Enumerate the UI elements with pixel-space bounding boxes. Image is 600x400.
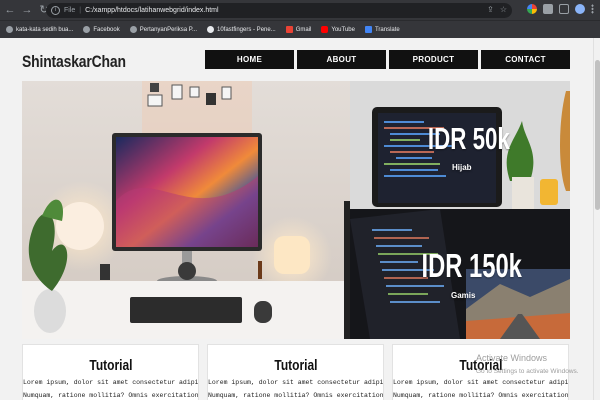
menu-contact[interactable]: CONTACT bbox=[481, 50, 570, 69]
card-title: Tutorial bbox=[88, 357, 133, 374]
bookmark-label: Gmail bbox=[295, 26, 312, 33]
gmail-icon bbox=[285, 26, 293, 33]
page-scrollbar[interactable] bbox=[593, 38, 600, 400]
card-text-line: Numquam, ratione mollitia? Omnis exercit… bbox=[208, 392, 384, 399]
promo-gamis-image[interactable]: IDR 150k Gamis bbox=[350, 209, 570, 339]
menu-product[interactable]: PRODUCT bbox=[389, 50, 478, 69]
youtube-icon bbox=[321, 26, 329, 33]
bookmark-item[interactable]: Facebook bbox=[83, 26, 120, 33]
back-icon[interactable]: ← bbox=[3, 3, 17, 17]
bookmark-item[interactable]: YouTube bbox=[321, 26, 355, 33]
hero-desk-image bbox=[22, 81, 350, 339]
menu-about[interactable]: ABOUT bbox=[297, 50, 386, 69]
promo-label: Gamis bbox=[451, 291, 476, 300]
info-icon[interactable]: i bbox=[51, 6, 60, 15]
card-text-line: Numquam, ratione mollitia? Omnis exercit… bbox=[393, 392, 569, 399]
promo-label: Hijab bbox=[452, 163, 472, 172]
scrollbar-thumb[interactable] bbox=[595, 60, 600, 210]
web-page: ShintaskarChan HOME ABOUT PRODUCT CONTAC… bbox=[0, 38, 593, 400]
bookmark-item[interactable]: kata-kata sedih bua... bbox=[6, 26, 73, 33]
browser-toolbar: ← → ↻ i File | C:/xampp/htdocs/latihanwe… bbox=[0, 0, 600, 20]
sidebar-icon[interactable] bbox=[559, 4, 569, 14]
globe-icon bbox=[83, 26, 91, 33]
promo-hijab-image[interactable]: IDR 50k Hijab bbox=[350, 81, 570, 209]
site-brand[interactable]: ShintaskarChan bbox=[22, 52, 126, 72]
globe-icon bbox=[6, 26, 13, 33]
url-separator-icon: | bbox=[79, 7, 82, 14]
bookmark-label: Facebook bbox=[93, 26, 120, 33]
bookmark-label: YouTube bbox=[331, 26, 355, 33]
main-menu: HOME ABOUT PRODUCT CONTACT bbox=[205, 50, 570, 69]
promo-price: IDR 50k bbox=[427, 121, 510, 156]
card-text-line: Lorem ipsum, dolor sit amet consectetur … bbox=[208, 379, 384, 386]
bookmarks-bar: kata-kata sedih bua... Facebook Pertanya… bbox=[0, 20, 600, 38]
menu-home[interactable]: HOME bbox=[205, 50, 294, 69]
promo-price: IDR 150k bbox=[421, 247, 522, 284]
bookmark-label: PertanyanPeriksa P... bbox=[139, 26, 197, 33]
bookmark-label: kata-kata sedih bua... bbox=[16, 26, 74, 33]
url-scheme: File bbox=[64, 7, 76, 14]
profile-avatar-icon[interactable] bbox=[575, 4, 585, 14]
url-text[interactable]: C:/xampp/htdocs/latihanwebgrid/index.htm… bbox=[85, 7, 218, 14]
tutorial-card[interactable]: Tutorial Lorem ipsum, dolor sit amet con… bbox=[207, 344, 384, 400]
address-bar[interactable]: i File | C:/xampp/htdocs/latihanwebgrid/… bbox=[46, 3, 512, 18]
tutorial-card[interactable]: Tutorial Lorem ipsum, dolor sit amet con… bbox=[22, 344, 199, 400]
extensions-puzzle-icon[interactable] bbox=[543, 4, 553, 14]
site-icon bbox=[207, 26, 214, 33]
bookmark-item[interactable]: Translate bbox=[364, 26, 400, 33]
translate-icon bbox=[364, 26, 372, 33]
bookmark-label: Translate bbox=[374, 26, 400, 33]
card-text-line: Lorem ipsum, dolor sit amet consectetur … bbox=[393, 379, 569, 386]
bookmark-item[interactable]: Gmail bbox=[285, 26, 312, 33]
bookmark-star-icon[interactable]: ☆ bbox=[500, 5, 507, 14]
bookmark-item[interactable]: PertanyanPeriksa P... bbox=[129, 26, 197, 33]
card-title: Tutorial bbox=[273, 357, 318, 374]
more-menu-icon[interactable] bbox=[591, 4, 594, 14]
share-icon[interactable]: ⇪ bbox=[487, 5, 494, 14]
card-text-line: Numquam, ratione mollitia? Omnis exercit… bbox=[23, 392, 199, 399]
watermark-subtitle: Go to Settings to activate Windows. bbox=[476, 368, 579, 375]
windows-activation-watermark: Activate Windows Go to Settings to activ… bbox=[476, 352, 579, 378]
watermark-title: Activate Windows bbox=[476, 353, 548, 363]
bookmark-item[interactable]: 10fastfingers - Pene... bbox=[207, 26, 276, 33]
color-extension-icon[interactable] bbox=[527, 4, 537, 14]
card-text-line: Lorem ipsum, dolor sit amet consectetur … bbox=[23, 379, 199, 386]
forward-icon[interactable]: → bbox=[20, 3, 34, 17]
globe-icon bbox=[129, 26, 137, 33]
bookmark-label: 10fastfingers - Pene... bbox=[217, 26, 276, 33]
